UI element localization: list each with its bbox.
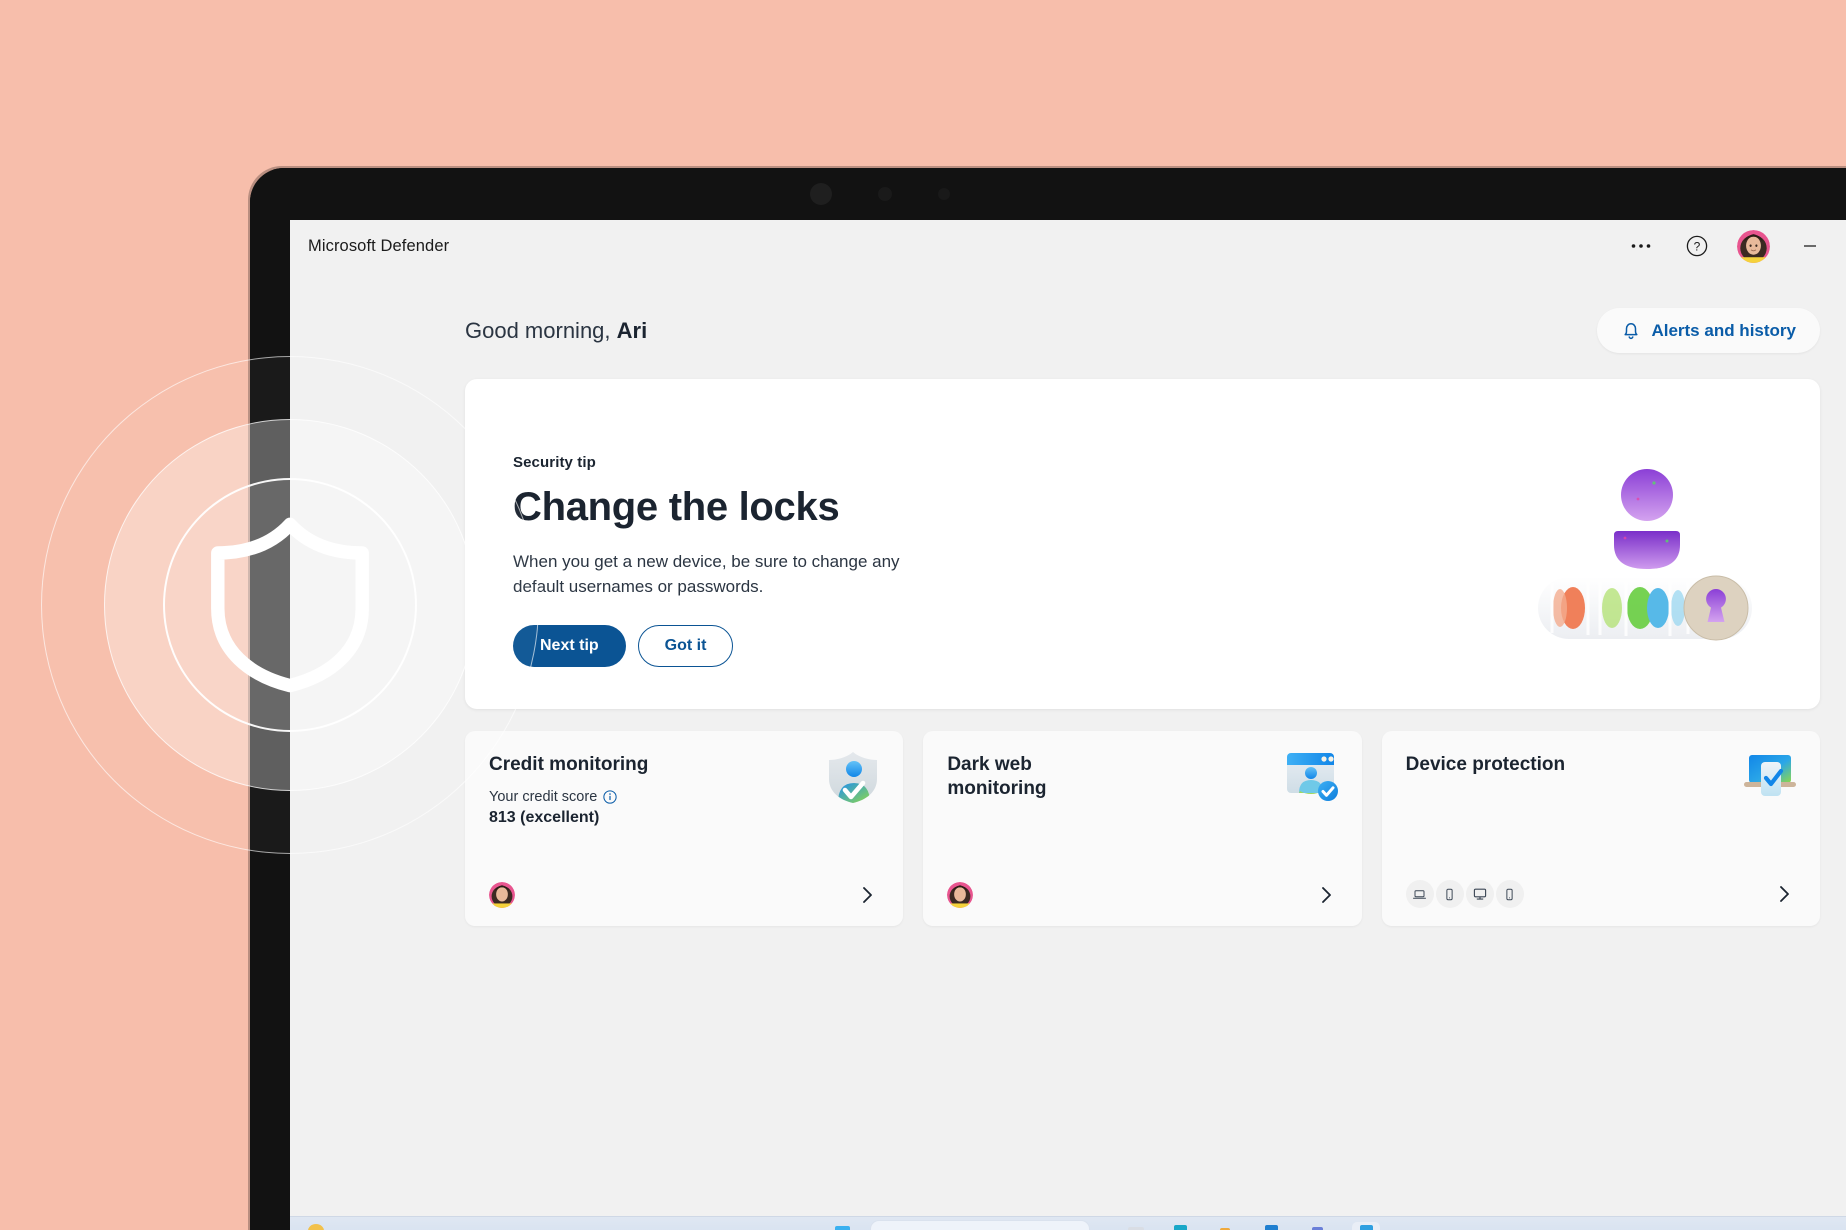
page-title: Good morning, Ari <box>465 318 647 344</box>
card-subtitle-row: Your credit score <box>489 789 879 805</box>
avatar-icon <box>1737 229 1770 263</box>
laptop-bezel-top <box>250 168 1846 220</box>
app-title: Microsoft Defender <box>308 236 450 255</box>
laptop-device: Microsoft Defender ? Good morning, Ari A… <box>250 168 1846 1230</box>
device-chip-laptop[interactable] <box>1405 880 1434 908</box>
phone-icon <box>1506 888 1513 900</box>
bell-icon <box>1624 323 1639 340</box>
card-footer <box>947 882 1339 908</box>
help-circle-icon: ? <box>1686 235 1708 257</box>
card-value: 813 (excellent) <box>489 808 600 826</box>
card-title: Dark web monitoring <box>947 754 1047 799</box>
defender-app-window: Microsoft Defender ? Good morning, Ari A… <box>290 220 1846 1230</box>
card-footer <box>1405 880 1798 908</box>
card-device-protection[interactable]: Device protection <box>1381 731 1820 926</box>
card-title: Device protection <box>1405 754 1566 775</box>
taskbar-icon-app-1[interactable] <box>1174 1225 1187 1230</box>
security-tip-card: Security tip Change the locks When you g… <box>465 379 1820 709</box>
chevron-right-icon <box>1780 886 1789 902</box>
card-subtitle: Your credit score <box>489 788 598 805</box>
alerts-and-history-button[interactable]: Alerts and history <box>1597 308 1820 353</box>
card-dark-web-monitoring[interactable]: Dark web monitoring <box>923 731 1362 926</box>
titlebar-actions: ? <box>1613 220 1846 272</box>
avatar-icon <box>489 882 515 908</box>
device-chip-list <box>1405 880 1524 908</box>
got-it-button[interactable]: Got it <box>637 625 734 668</box>
security-tip-eyebrow: Security tip <box>513 454 596 471</box>
windows-taskbar[interactable] <box>290 1216 1846 1230</box>
minimize-icon <box>1804 245 1816 247</box>
security-tip-heading: Change the locks <box>513 485 840 529</box>
device-chip-phone-2[interactable] <box>1495 880 1524 908</box>
card-credit-monitoring[interactable]: Credit monitoring Your credit score 813 … <box>465 731 904 926</box>
camera-dot-2 <box>878 187 892 201</box>
feature-cards-row: Credit monitoring Your credit score 813 … <box>465 731 1820 926</box>
camera-dot-1 <box>810 183 832 205</box>
laptop-icon <box>1413 889 1427 899</box>
taskbar-icon-app-6[interactable] <box>1360 1225 1373 1230</box>
minimize-button[interactable] <box>1782 220 1838 272</box>
greeting-name: Ari <box>616 317 648 343</box>
avatar <box>947 882 974 908</box>
greeting-row: Good morning, Ari Alerts and history <box>290 272 1846 353</box>
avatar-icon <box>947 882 974 908</box>
app-content: Good morning, Ari Alerts and history Sec… <box>290 272 1846 1230</box>
card-chevron-button[interactable] <box>1772 881 1798 907</box>
info-icon[interactable] <box>603 790 617 804</box>
alerts-button-label: Alerts and history <box>1651 320 1796 340</box>
phone-icon <box>1446 888 1453 900</box>
laptop-phone-check-icon <box>1743 755 1796 796</box>
taskbar-icon-app-3[interactable] <box>1265 1225 1278 1230</box>
next-tip-button[interactable]: Next tip <box>513 625 626 668</box>
security-tip-body: Security tip Change the locks When you g… <box>513 454 933 668</box>
password-keyhole-illustration <box>1538 469 1752 641</box>
taskbar-search-box[interactable] <box>870 1220 1090 1230</box>
titlebar: Microsoft Defender ? <box>290 220 1846 272</box>
taskbar-icon-weather[interactable] <box>308 1224 324 1230</box>
card-chevron-button[interactable] <box>1314 882 1340 908</box>
chevron-right-icon <box>1321 887 1331 903</box>
greeting-prefix: Good morning, <box>465 317 617 343</box>
maximize-button[interactable] <box>1838 220 1846 272</box>
svg-text:?: ? <box>1694 239 1701 253</box>
card-footer <box>489 882 881 908</box>
device-chip-phone-1[interactable] <box>1435 880 1464 908</box>
card-title: Credit monitoring <box>489 754 649 775</box>
help-button[interactable]: ? <box>1669 220 1725 272</box>
account-avatar[interactable] <box>1737 229 1770 263</box>
device-chip-monitor[interactable] <box>1465 880 1494 908</box>
chevron-right-icon <box>863 887 873 903</box>
security-tip-description: When you get a new device, be sure to ch… <box>513 552 900 596</box>
browser-person-check-icon <box>1286 753 1338 801</box>
ellipsis-icon <box>1631 244 1651 248</box>
camera-dot-3 <box>938 188 950 200</box>
card-chevron-button[interactable] <box>855 882 881 908</box>
security-tip-actions: Next tip Got it <box>513 625 933 668</box>
shield-person-icon <box>829 752 878 803</box>
more-options-button[interactable] <box>1613 220 1669 272</box>
taskbar-icon-start[interactable] <box>835 1226 850 1230</box>
avatar <box>489 882 515 908</box>
monitor-icon <box>1473 888 1486 900</box>
